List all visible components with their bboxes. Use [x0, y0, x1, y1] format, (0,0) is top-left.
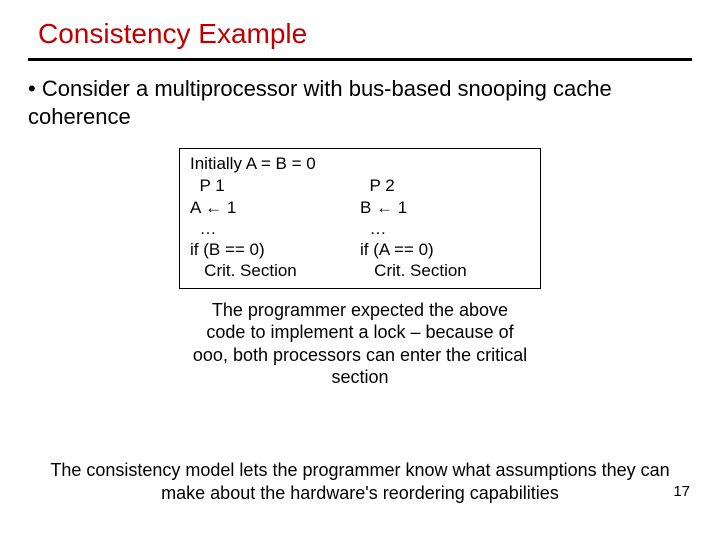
code-column-p1: P 1 A ← 1 … if (B == 0) Crit. Section	[190, 175, 360, 281]
p1-label: P 1	[190, 175, 360, 196]
left-arrow-icon: ←	[205, 198, 222, 217]
page-number: 17	[673, 483, 690, 500]
bullet-text: • Consider a multiprocessor with bus-bas…	[28, 75, 692, 130]
p1-assign: A ← 1	[190, 197, 360, 218]
p2-crit: Crit. Section	[360, 260, 530, 281]
p2-ellipsis: …	[360, 218, 530, 239]
slide-title: Consistency Example	[38, 18, 692, 50]
code-caption: The programmer expected the above code t…	[190, 299, 530, 389]
left-arrow-icon: ←	[376, 198, 393, 217]
title-rule	[28, 58, 692, 61]
footer-text: The consistency model lets the programme…	[36, 459, 684, 504]
p1-if: if (B == 0)	[190, 239, 360, 260]
slide: Consistency Example • Consider a multipr…	[0, 0, 720, 540]
p1-ellipsis: …	[190, 218, 360, 239]
code-columns: P 1 A ← 1 … if (B == 0) Crit. Section P …	[190, 175, 530, 281]
p1-crit: Crit. Section	[190, 260, 360, 281]
code-box: Initially A = B = 0 P 1 A ← 1 … if (B ==…	[179, 148, 541, 289]
p2-label: P 2	[360, 175, 530, 196]
code-initial: Initially A = B = 0	[190, 153, 530, 174]
p2-assign: B ← 1	[360, 197, 530, 218]
code-column-p2: P 2 B ← 1 … if (A == 0) Crit. Section	[360, 175, 530, 281]
p2-if: if (A == 0)	[360, 239, 530, 260]
